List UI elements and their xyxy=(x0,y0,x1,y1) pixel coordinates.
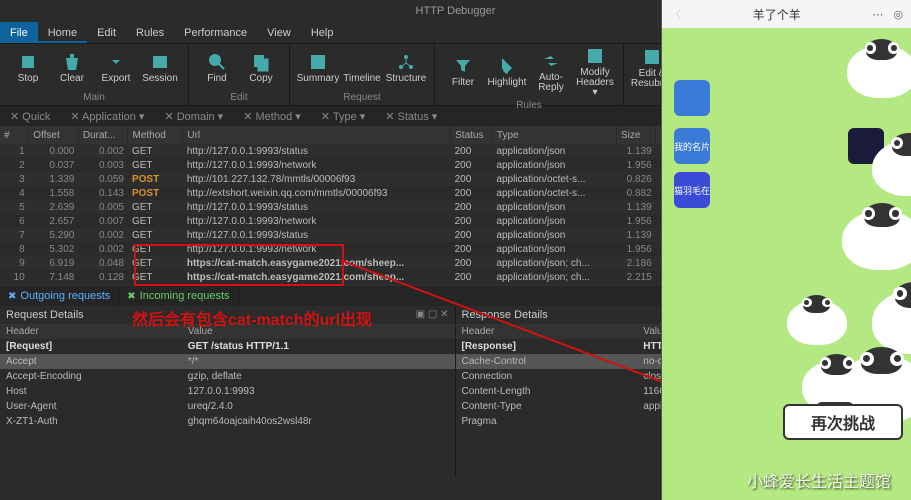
menu-home[interactable]: Home xyxy=(38,22,87,43)
game-icon[interactable]: 我的名片 xyxy=(674,128,710,164)
game-title: 羊了个羊 xyxy=(681,6,872,23)
response-details-title: Response Details xyxy=(462,309,548,321)
request-details-title: Request Details xyxy=(6,309,84,321)
ribbon-clear[interactable]: Clear xyxy=(50,46,94,90)
watermark: 小蜂爱长生活主题馆 xyxy=(747,468,891,492)
menu-view[interactable]: View xyxy=(257,22,301,43)
header-row[interactable]: User-Agentureq/2.4.0 xyxy=(0,399,455,414)
game-icon[interactable] xyxy=(674,80,710,116)
ribbon-structure[interactable]: Structure xyxy=(384,46,428,90)
ribbon-summary[interactable]: Summary xyxy=(296,46,340,90)
ribbon-copy[interactable]: Copy xyxy=(239,46,283,90)
filter-status[interactable]: ✕ Status ▾ xyxy=(379,110,443,123)
retry-button[interactable]: 再次挑战 xyxy=(783,404,903,440)
ribbon-auto-reply[interactable]: Auto-Reply xyxy=(529,46,573,98)
sheep-sprite xyxy=(872,140,911,196)
ribbon-timeline[interactable]: Timeline xyxy=(340,46,384,90)
sheep-sprite xyxy=(787,300,847,345)
filter-method[interactable]: ✕ Method ▾ xyxy=(237,110,307,123)
sheep-sprite xyxy=(847,45,911,98)
back-icon[interactable]: 〈 xyxy=(670,6,681,22)
game-panel: 〈 羊了个羊 ⋯ ◎ 我的名片猫羽毛在 再次挑战 小蜂爱长生活主题馆 xyxy=(661,0,911,500)
menu-edit[interactable]: Edit xyxy=(87,22,126,43)
pane-controls[interactable]: ▣ ▢ ✕ xyxy=(416,309,449,321)
ribbon-modify-headers-[interactable]: ModifyHeaders ▾ xyxy=(573,46,617,98)
annotation-1: 然后会有包含cat-match的url出现 xyxy=(132,306,372,330)
filter-type[interactable]: ✕ Type ▾ xyxy=(315,110,372,123)
tab-incoming[interactable]: ✖ Incoming requests xyxy=(119,286,238,306)
filter-quick[interactable]: ✕ Quick xyxy=(4,110,56,123)
filter-application[interactable]: ✕ Application ▾ xyxy=(64,110,150,123)
circle-icon[interactable]: ◎ xyxy=(893,8,903,21)
header-row[interactable]: [Request]GET /status HTTP/1.1 xyxy=(0,339,455,354)
menu-performance[interactable]: Performance xyxy=(174,22,257,43)
header-row[interactable]: X-ZT1-Authghqm64oajcaih40os2wsl48r xyxy=(0,414,455,429)
filter-domain[interactable]: ✕ Domain ▾ xyxy=(158,110,229,123)
more-icon[interactable]: ⋯ xyxy=(872,8,883,21)
tab-outgoing[interactable]: ✖ Outgoing requests xyxy=(0,286,119,306)
game-title-bar: 〈 羊了个羊 ⋯ ◎ xyxy=(662,0,911,28)
ribbon-find[interactable]: Find xyxy=(195,46,239,90)
ribbon-session[interactable]: Session xyxy=(138,46,182,90)
header-row[interactable]: Accept-Encodinggzip, deflate xyxy=(0,369,455,384)
request-details-pane: Request Details▣ ▢ ✕ HeaderValue[Request… xyxy=(0,306,456,476)
menu-rules[interactable]: Rules xyxy=(126,22,174,43)
game-icon[interactable]: 猫羽毛在 xyxy=(674,172,710,208)
ribbon-stop[interactable]: Stop xyxy=(6,46,50,90)
ribbon-highlight[interactable]: Highlight xyxy=(485,46,529,98)
menu-help[interactable]: Help xyxy=(301,22,344,43)
ribbon-export[interactable]: Export xyxy=(94,46,138,90)
header-row[interactable]: Accept*/* xyxy=(0,354,455,369)
ribbon-filter[interactable]: Filter xyxy=(441,46,485,98)
sheep-sprite xyxy=(842,210,911,270)
menu-file[interactable]: File xyxy=(0,22,38,43)
sheep-sprite xyxy=(872,290,911,354)
header-row[interactable]: Host127.0.0.1:9993 xyxy=(0,384,455,399)
